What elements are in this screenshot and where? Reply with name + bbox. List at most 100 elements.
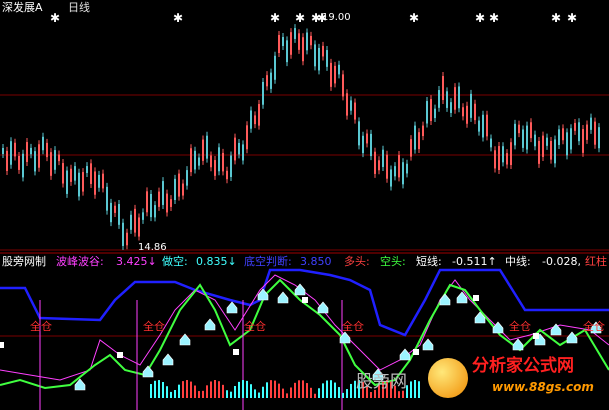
signal-label: 全仓 [583, 320, 605, 333]
histogram-bar [198, 391, 200, 398]
dot-marker [233, 349, 239, 355]
candle-body [370, 133, 372, 157]
histogram-bar [166, 386, 168, 398]
candle-body [38, 144, 40, 168]
house-icon [439, 293, 451, 306]
candle-body [586, 124, 588, 140]
histogram-bar [174, 389, 176, 398]
candle-body [482, 114, 484, 138]
candle-body [518, 124, 520, 134]
histogram-bar [334, 382, 336, 398]
candle-body [598, 127, 600, 149]
candle-body [334, 65, 336, 84]
candle-body [546, 137, 548, 146]
candle-body [218, 147, 220, 172]
dot-marker [473, 295, 479, 301]
histogram-bar [346, 389, 348, 398]
candle-body [410, 139, 412, 157]
candle-body [534, 134, 536, 147]
histogram-bar [342, 392, 344, 398]
candle-body [214, 160, 216, 176]
candle-body [10, 141, 12, 165]
indicator-name[interactable]: 股旁网制 [2, 255, 46, 268]
candle-body [238, 142, 240, 155]
candle-body [250, 110, 252, 129]
candle-body [130, 214, 132, 230]
high-price-label: 19.00 [322, 12, 351, 23]
indicator-item-label: 中线: [505, 255, 531, 268]
candle-body [390, 169, 392, 187]
histogram-bar [322, 383, 324, 398]
candle-body [258, 104, 260, 126]
signal-label: 全仓 [342, 320, 364, 333]
candle-body [466, 105, 468, 124]
dot-marker [117, 352, 123, 358]
candle-body [358, 121, 360, 146]
histogram-bar [154, 380, 156, 398]
candle-body [354, 102, 356, 120]
stock-name[interactable]: 深发展A [2, 1, 43, 14]
dot-marker [302, 297, 308, 303]
candle-body [418, 132, 420, 150]
candle-body [222, 152, 224, 172]
indicator-item-value: -0.511↑ [452, 255, 497, 268]
chart-canvas: ✱ ✱ ✱ ✱ ✱✱ ✱ ✱ ✱ ✱ ✱ [0, 11, 609, 410]
indicator-item-label: 短线: [416, 255, 442, 268]
candle-body [90, 163, 92, 184]
logo-icon [428, 358, 468, 398]
histogram-bar [270, 380, 272, 398]
histogram-bar [254, 389, 256, 398]
histogram-bar [150, 384, 152, 398]
candle-body [366, 133, 368, 144]
candle-body [322, 45, 324, 57]
candle-body [166, 193, 168, 213]
low-price-label: 14.86 [138, 242, 167, 253]
candle-body [126, 232, 128, 246]
candle-body [78, 172, 80, 197]
candle-body [66, 170, 68, 194]
histogram-bar [294, 382, 296, 398]
candle-body [26, 142, 28, 162]
candle-body [162, 181, 164, 205]
indicator-item-label: 红柱 [585, 255, 607, 268]
histogram-bar [226, 390, 228, 398]
candle-body [462, 107, 464, 117]
candle-body [550, 140, 552, 160]
histogram-bar [314, 393, 316, 398]
candle-body [206, 135, 208, 159]
candle-body [270, 72, 272, 89]
signal-label: 全仓 [30, 320, 52, 333]
histogram-bar [306, 383, 308, 398]
candle-body [6, 150, 8, 171]
candle-body [302, 37, 304, 62]
candle-body [286, 40, 288, 63]
candle-body [458, 86, 460, 109]
candle-body [394, 166, 396, 177]
candle-body [342, 74, 344, 97]
candle-body [198, 157, 200, 166]
histogram-bar [282, 388, 284, 398]
candle-body [266, 75, 268, 87]
candle-body [406, 163, 408, 174]
dot-marker [533, 333, 539, 339]
candle-body [202, 139, 204, 161]
histogram-bar [286, 393, 288, 398]
candle-body [82, 172, 84, 192]
histogram-bar [238, 381, 240, 398]
candle-body [414, 125, 416, 150]
candlesticks [2, 24, 600, 250]
candle-body [282, 37, 284, 47]
candle-body [470, 93, 472, 118]
candle-body [378, 160, 380, 171]
histogram-bar [178, 384, 180, 398]
candle-body [582, 129, 584, 153]
candle-body [174, 178, 176, 201]
house-icon [512, 338, 524, 351]
candle-body [562, 128, 564, 141]
indicator-item-label: 底空判断: [244, 255, 292, 268]
histogram-bar [338, 387, 340, 398]
indicator-item-label: 多头: [344, 255, 370, 268]
candle-body [538, 140, 540, 164]
candle-body [262, 82, 264, 105]
period-label[interactable]: 日线 [68, 1, 90, 14]
